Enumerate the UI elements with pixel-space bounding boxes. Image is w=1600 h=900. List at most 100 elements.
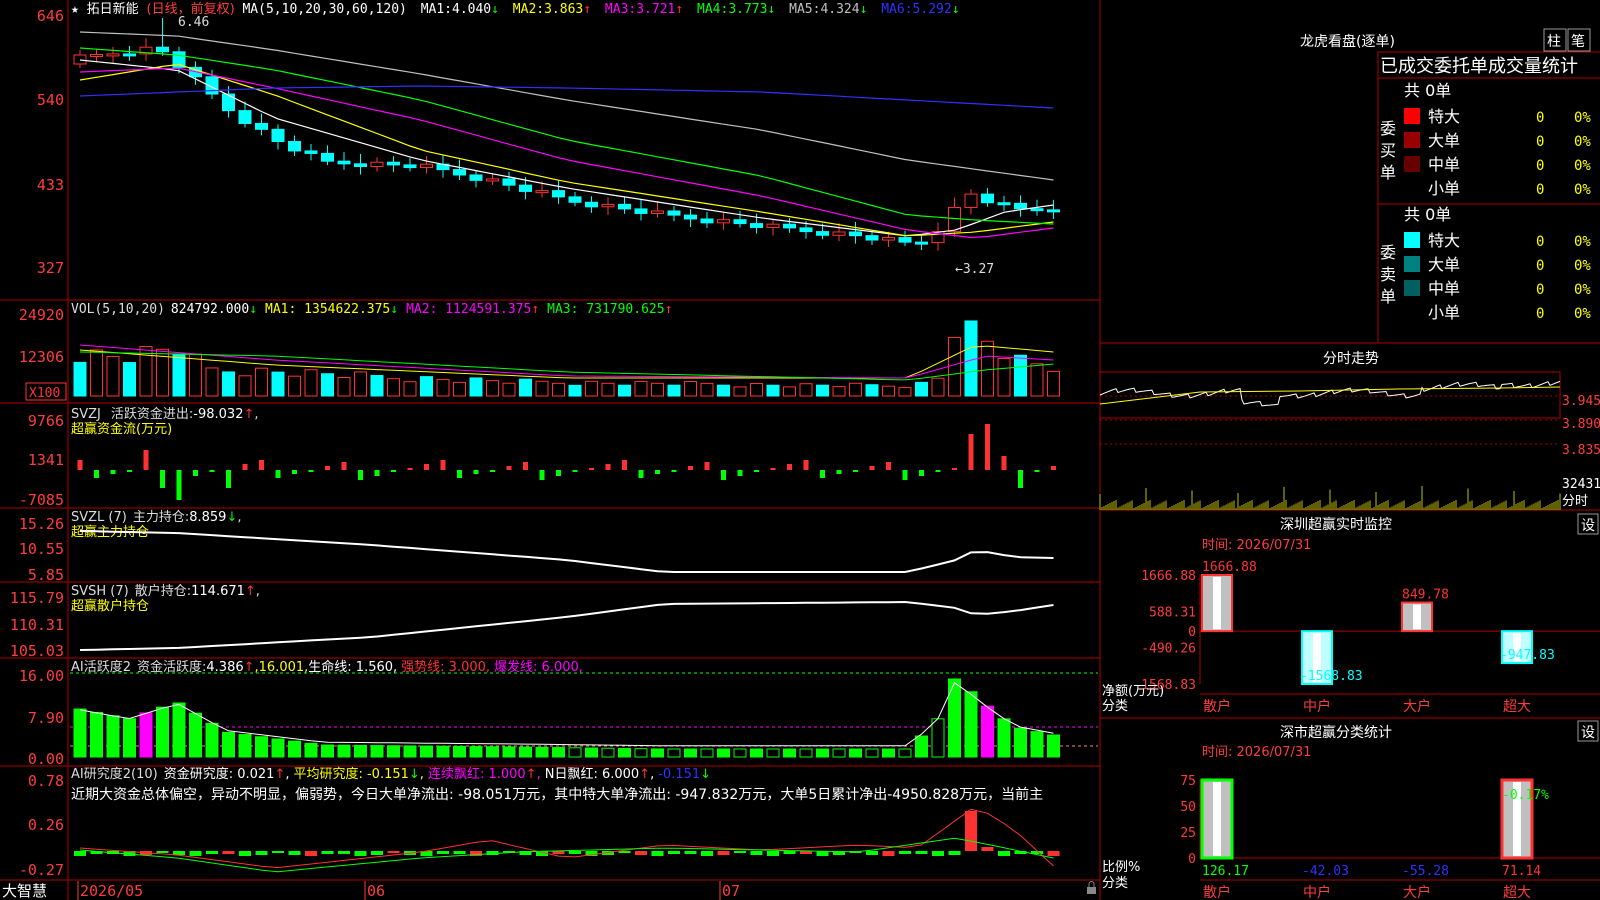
svzl-line [79,530,1054,573]
stats-time: 时间: 2026/07/31 [1202,745,1311,760]
svg-text:105.03: 105.03 [10,642,64,660]
svzj-bar [770,468,776,470]
svzj-bar [226,470,231,488]
candle [337,160,351,165]
volume-bar [535,380,549,397]
svzj-bar [539,470,545,480]
ai1-bar [1047,734,1060,758]
svg-text:0.78: 0.78 [28,772,64,790]
volume-bar [73,361,87,397]
order-color-swatch [1404,280,1420,296]
ai1-bar [766,748,780,758]
volume-unit[interactable]: X100 [29,386,60,401]
volume-bar [816,384,829,397]
volume-bar [717,384,730,397]
svg-text:-7085: -7085 [19,491,64,509]
stats-category: 中户 [1303,884,1331,900]
monitor-settings-label[interactable]: 设 [1581,518,1595,534]
stats-axis-tick: 50 [1180,800,1196,815]
svzj-bar [143,450,149,470]
ai1-bar [90,711,103,758]
svg-text:10.55: 10.55 [19,540,64,558]
ai1-bar [882,748,895,758]
order-size-name: 小单 [1428,303,1460,322]
candle [288,140,301,152]
stats-axis-tick: 75 [1180,774,1196,789]
ai2-bar [668,851,680,854]
volume-pane-labels: VOL(5,10,20) 824792.000↓ MA1: 1354622.375↓… [71,302,672,317]
order-count: 0 [1536,134,1544,150]
order-color-swatch [1404,156,1420,172]
ai2-bar [453,851,466,854]
ai1-bar [684,748,697,758]
stats-settings-label[interactable]: 设 [1581,725,1595,741]
volume-bar [123,362,136,397]
ai1-bar [321,744,334,758]
svzj-bar [820,470,825,478]
volume-bar [849,382,862,397]
svzj-bar [886,462,891,470]
svg-text:超赢散户持仓: 超赢散户持仓 [71,598,149,614]
fenshi-title[interactable]: 分时走势 [1323,351,1379,367]
volume-bar [981,340,994,397]
candle [486,178,499,182]
candle [832,231,846,236]
svg-text:9766: 9766 [28,412,64,430]
order-side-label: 委 [1380,119,1396,138]
volume-bar [172,353,186,397]
svzj-bar [622,460,627,470]
ai2-line-green [79,837,1054,873]
svzj-bar [902,470,908,480]
svzj-bar [754,470,759,472]
volume-bar [882,385,895,397]
ai1-bar [106,715,120,758]
order-color-swatch [1404,256,1420,272]
ai2-bar [684,851,697,854]
volume-bar [750,383,763,397]
monitor-axis-label: 净额(万元) [1102,684,1164,699]
stats-category: 大户 [1403,884,1431,900]
ma-params: MA(5,10,20,30,60,120) [242,2,406,17]
candle [882,237,895,241]
ai1-bar [172,702,186,758]
monitor-bar-label: 849.78 [1402,588,1449,603]
ai1-bar [288,740,301,758]
candle [733,219,747,225]
volume-bar [585,380,598,397]
svg-text:16.00: 16.00 [19,667,64,685]
stats-axis-tick: 25 [1180,826,1196,841]
svzj-bar [836,470,842,474]
svzj-bar [952,468,957,470]
volume-bar [1014,354,1027,397]
svzj-bar [242,464,248,470]
lock-icon[interactable] [1087,881,1096,895]
svzj-bar [292,470,297,474]
monitor-category: 大户 [1403,698,1431,715]
stats-bar-label: -42.03 [1302,864,1349,879]
tick-mode-label[interactable]: 笔 [1571,34,1585,50]
ai1-bar [898,748,912,758]
svzj-bar [704,462,710,470]
ai1-pane-labels: AI活跃度2 资金活跃度:4.386↑,16.001,生命线: 1.560, 强势线… [71,659,583,675]
ai1-bar [948,678,961,758]
candle [799,227,813,233]
ai2-bar [635,851,647,855]
svzj-bar [160,470,165,488]
stock-chart-window[interactable]: 646 540 433 327 ★ 拓日新能 (日线，前复权) MA(5,10,… [0,0,1600,900]
order-size-name: 特大 [1428,107,1460,126]
candle [552,190,565,198]
fenshi-vol-value: 32431 [1562,477,1600,492]
stats-axis-label: 比例% [1102,860,1140,875]
order-pct: 0% [1574,282,1591,298]
high-price-label: 6.46 [178,15,209,30]
ai1-bar [156,706,169,758]
volume-bar [766,384,780,397]
order-pct: 0% [1574,258,1591,274]
volume-bar [519,378,532,397]
svzj-bar [275,470,281,478]
ma-line-4 [79,47,1054,225]
svg-text:110.31: 110.31 [10,616,64,634]
bar-mode-label[interactable]: 柱 [1547,34,1561,50]
ai2-bar [899,851,911,854]
volume-bar [667,384,681,397]
